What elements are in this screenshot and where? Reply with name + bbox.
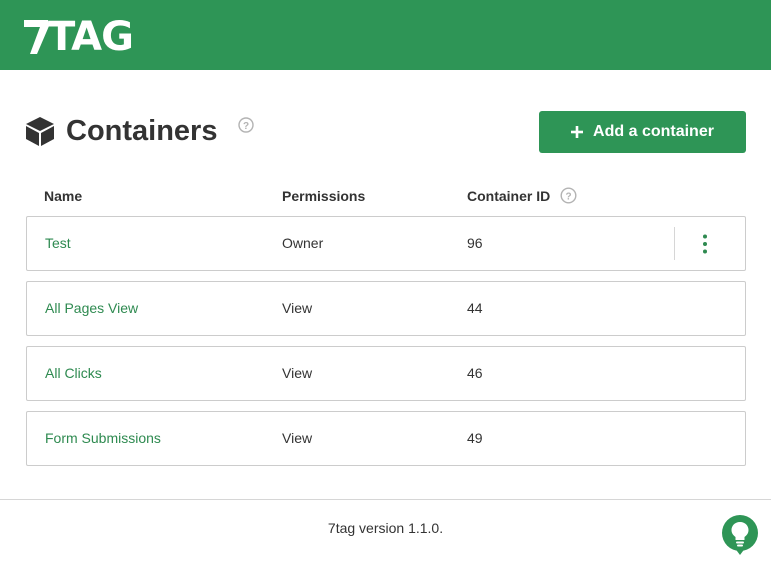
- container-name-link[interactable]: Form Submissions: [45, 412, 161, 465]
- page-header: Containers: [24, 111, 217, 151]
- container-permission: Owner: [282, 235, 324, 251]
- container-id: 96: [467, 235, 483, 251]
- cube-icon: [26, 117, 54, 146]
- logo-seven-mark: [24, 20, 49, 54]
- column-header-name: Name: [44, 188, 83, 204]
- footer-divider: [0, 499, 771, 500]
- app-logo[interactable]: TAG: [24, 14, 134, 60]
- container-permission: View: [282, 300, 313, 316]
- container-name-link[interactable]: Test: [45, 217, 71, 270]
- add-container-label: Add a container: [593, 123, 714, 140]
- plus-icon: [571, 123, 584, 141]
- lightbulb-help-icon[interactable]: [720, 514, 760, 556]
- table-row[interactable]: Test Owner 96: [26, 216, 746, 271]
- row-divider: [674, 227, 675, 260]
- version-text: 7tag version 1.1.0.: [327, 520, 444, 536]
- add-container-button[interactable]: Add a container: [539, 111, 746, 153]
- logo-text: TAG: [48, 14, 134, 60]
- svg-text:?: ?: [243, 121, 249, 132]
- container-id: 44: [467, 300, 483, 316]
- column-header-permissions: Permissions: [282, 188, 366, 204]
- svg-text:?: ?: [565, 192, 571, 203]
- question-circle-icon[interactable]: ?: [238, 117, 254, 133]
- top-bar: TAG: [0, 0, 771, 70]
- container-id: 46: [467, 365, 483, 381]
- table-row[interactable]: Form Submissions View 49: [26, 411, 746, 466]
- container-permission: View: [282, 365, 313, 381]
- page-title: Containers: [66, 115, 218, 147]
- more-options-icon[interactable]: [695, 233, 715, 255]
- container-name-link[interactable]: All Pages View: [45, 282, 138, 335]
- column-header-container-id: Container ID: [467, 188, 551, 204]
- table-row[interactable]: All Clicks View 46: [26, 346, 746, 401]
- table-row[interactable]: All Pages View View 44: [26, 281, 746, 336]
- container-id-help-icon[interactable]: ?: [560, 187, 577, 204]
- container-name-link[interactable]: All Clicks: [45, 347, 102, 400]
- container-id: 49: [467, 430, 483, 446]
- container-permission: View: [282, 430, 313, 446]
